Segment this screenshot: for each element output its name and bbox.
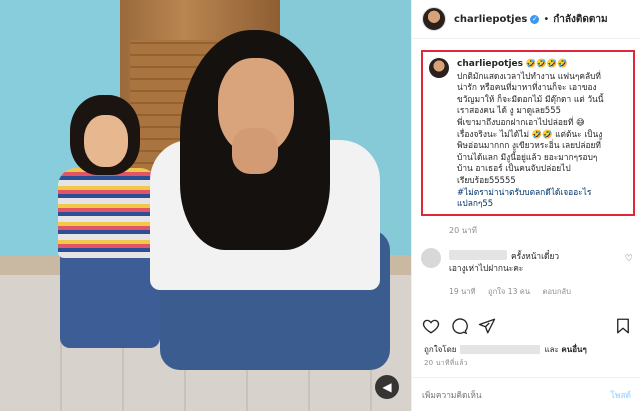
caption-hashtag[interactable]: #ไม่ตราม่าน่าตรับบตลกดีได้เจออะไร [457,187,603,199]
action-bar [420,314,634,338]
caption-line: พี่เขามาถึงบอกฝากเอาไปปล่อยที่ 😅 [457,116,585,127]
sound-toggle-icon[interactable]: ◀ [375,375,399,399]
post-timestamp: 20 นาทีที่แล้ว [424,359,468,367]
caption-line: พิษอ่อนมากกก งูเขียวหระอิ่น เลยปล่อยที่ [457,140,601,151]
liked-by-username-blurred [460,345,541,354]
child-legs [60,248,160,348]
caption-line: เราสองคน ได้ งู มาดูเลย555 [457,105,561,116]
caption-line: บ้านได้แลก มีงูนี้อยู่แล้ว ยอะมากๆรอบๆ [457,151,598,162]
share-paper-plane-icon[interactable] [476,315,498,337]
add-comment-bar: โพสต์ [412,377,640,411]
caption-line: เรื่องจริงนะ ไม่ได้ไม่ 🤣🤣 แต่ต้นะ เป็นงู [457,128,603,139]
comment-reply-button[interactable]: ตอบกลับ [543,287,571,296]
man-hand-pose [232,128,278,174]
caption-time: 20 นาที [449,226,477,235]
verified-badge-icon: ✓ [530,14,540,24]
comment-meta: 19 นาที ถูกใจ 13 คน ตอบกลับ [449,286,581,298]
author-avatar[interactable] [422,7,446,31]
following-button[interactable]: กำลังติดตาม [553,12,607,27]
caption-line: ขวัญมาให้ ก็จะมีดอกไม้ มีตุ๊กตา แต่ วันน… [457,93,604,104]
caption-row: charliepotjes 🤣🤣🤣🤣 ปกติมักแสดงเวลาไปทำงา… [429,58,627,210]
comment-text-line2: เอางูเห่าไปฝากนะคะ [449,263,524,273]
author-username[interactable]: charliepotjes [454,14,527,25]
caption-line: เรียบร้อย55555 [457,174,516,185]
caption-line: น่ารัก หรือคนที่มาหาที่งานก็จะ เอาของ [457,82,597,93]
liked-by-and: และ [544,345,559,354]
caption-text: charliepotjes 🤣🤣🤣🤣 ปกติมักแสดงเวลาไปทำงา… [457,58,603,210]
comment-likes[interactable]: ถูกใจ 13 คน [488,287,530,296]
post-photo[interactable]: ◀ [0,0,411,411]
caption-avatar[interactable] [429,58,449,78]
liked-by: ถูกใจโดย และ คนอื่นๆ [424,343,587,356]
add-comment-input[interactable] [422,389,611,400]
commenter-avatar[interactable] [421,248,441,268]
caption-highlight-box: charliepotjes 🤣🤣🤣🤣 ปกติมักแสดงเวลาไปทำงา… [421,50,635,216]
caption-emoji: 🤣🤣🤣🤣 [525,58,568,68]
separator-dot: • [543,13,550,25]
comment-bubble-icon[interactable] [448,315,470,337]
caption-hashtag[interactable]: แปลกๆ55 [457,198,603,210]
caption-username[interactable]: charliepotjes [457,59,523,69]
child-striped-shirt [58,168,158,258]
comment-like-heart-icon[interactable]: ♡ [625,254,633,264]
comment-text-line1: ครั้งหน้าเดี๋ยว [511,251,560,261]
child-face [84,115,128,167]
caption-line: ปกติมักแสดงเวลาไปทำงาน แฟนๆคลับที่ [457,70,601,81]
liked-by-others-link[interactable]: คนอื่นๆ [561,345,586,354]
like-heart-icon[interactable] [420,315,442,337]
caption-line: บ้าน อาเธอร์ เป็นคนจับปล่อยไป [457,163,571,174]
comment-text: ครั้งหน้าเดี๋ยว เอางูเห่าไปฝากนะคะ [449,250,619,274]
comment-time: 19 นาที [449,287,476,296]
post-comment-button[interactable]: โพสต์ [610,388,631,402]
bookmark-icon[interactable] [612,315,634,337]
liked-by-prefix: ถูกใจโดย [424,345,457,354]
post-side-panel: charliepotjes ✓ • กำลังติดตาม charliepot… [411,0,640,411]
post-header: charliepotjes ✓ • กำลังติดตาม [412,0,640,39]
instagram-post: ◀ charliepotjes ✓ • กำลังติดตาม charliep… [0,0,640,411]
